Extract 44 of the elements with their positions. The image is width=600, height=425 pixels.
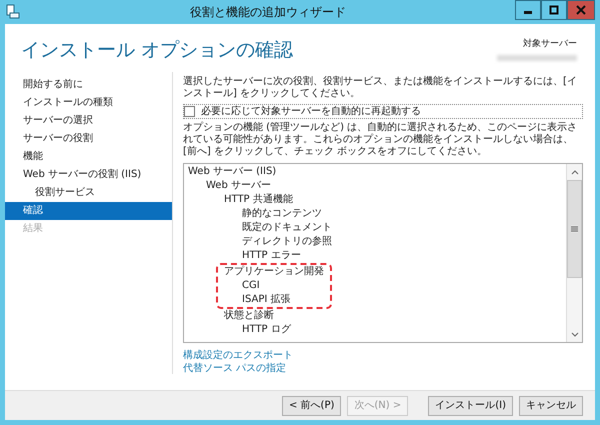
- scrollbar-thumb[interactable]: [567, 180, 582, 278]
- tree-item: Web サーバー: [206, 179, 271, 193]
- window-title: 役割と機能の追加ウィザード: [189, 4, 347, 21]
- minimize-button[interactable]: [515, 0, 541, 20]
- grip-icon: [571, 226, 578, 232]
- tree-item: アプリケーション開発: [224, 265, 324, 279]
- tree-item: HTTP 共通機能: [224, 193, 293, 207]
- target-server-label: 対象サーバー: [523, 38, 577, 51]
- tree-item: ISAPI 拡張: [242, 293, 290, 307]
- sidebar-item[interactable]: 機能: [5, 148, 172, 166]
- sidebar-item[interactable]: サーバーの役割: [5, 130, 172, 148]
- note-text: オプションの機能 (管理ツールなど) は、自動的に選択されるため、このページに表示されている可能性があります。これらのオプションの機能をインストールしない場合は、[前へ] をクリックして、チェック ボックスをオフにしてください。: [183, 122, 578, 158]
- link[interactable]: 代替ソース パスの指定: [183, 362, 583, 375]
- page-heading: インストール オプションの確認: [21, 38, 294, 63]
- tree-item: Web サーバー (IIS): [188, 165, 276, 179]
- sidebar-item[interactable]: 開始する前に: [5, 76, 172, 94]
- sidebar-item[interactable]: サーバーの選択: [5, 112, 172, 130]
- tree-item: 既定のドキュメント: [242, 221, 332, 235]
- scroll-up-icon[interactable]: [570, 170, 578, 174]
- checkbox-square[interactable]: [184, 106, 195, 117]
- tree-item: HTTP エラー: [242, 249, 301, 263]
- tree-item: HTTP ログ: [242, 323, 291, 337]
- sidebar-item[interactable]: 確認: [5, 202, 172, 220]
- maximize-icon: [549, 5, 559, 15]
- close-icon: [576, 5, 586, 15]
- checkbox-label: 必要に応じて対象サーバーを自動的に再起動する: [201, 105, 421, 118]
- sidebar-item[interactable]: インストールの種類: [5, 94, 172, 112]
- sidebar-item[interactable]: 役割サービス: [5, 184, 172, 202]
- wizard-button[interactable]: インストール(I): [428, 396, 513, 416]
- sidebar-item[interactable]: Web サーバーの役割 (IIS): [5, 166, 172, 184]
- wizard-button[interactable]: < 前へ(P): [282, 396, 342, 416]
- scrollbar[interactable]: [566, 164, 582, 342]
- restart-checkbox[interactable]: 必要に応じて対象サーバーを自動的に再起動する: [183, 104, 583, 119]
- instruction-text: 選択したサーバーに次の役割、役割サービス、または機能をインストールするには、[インストール] をクリックしてください。: [183, 76, 578, 100]
- tree-item: 静的なコンテンツ: [242, 207, 322, 221]
- link[interactable]: 構成設定のエクスポート: [183, 349, 583, 362]
- app-icon: [5, 4, 21, 20]
- wizard-button[interactable]: キャンセル: [519, 396, 583, 416]
- tree-item: 状態と診断: [224, 309, 274, 323]
- close-button[interactable]: [567, 0, 595, 20]
- tree-item: CGI: [242, 279, 260, 293]
- scroll-down-icon[interactable]: [570, 332, 578, 336]
- maximize-button[interactable]: [541, 0, 567, 20]
- tree-item: ディレクトリの参照: [242, 235, 332, 249]
